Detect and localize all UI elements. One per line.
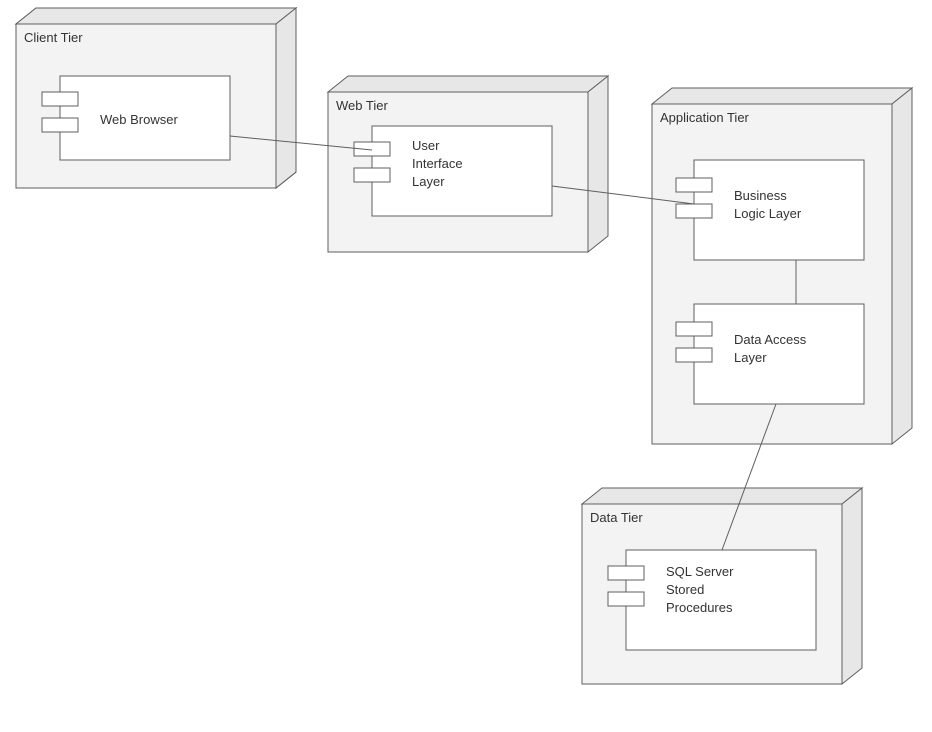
client-tier-node: Client Tier Web Browser — [16, 8, 296, 188]
ui-layer-label-0: User — [412, 138, 440, 153]
data-access-component: Data Access Layer — [676, 304, 864, 404]
application-tier-node: Application Tier Business Logic Layer Da… — [652, 88, 912, 444]
ui-layer-component: User Interface Layer — [354, 126, 552, 216]
client-tier-label: Client Tier — [24, 30, 83, 45]
sql-server-label-2: Procedures — [666, 600, 733, 615]
sql-server-label-1: Stored — [666, 582, 704, 597]
data-access-label-0: Data Access — [734, 332, 807, 347]
web-browser-label: Web Browser — [100, 112, 178, 127]
web-tier-node: Web Tier User Interface Layer — [328, 76, 608, 252]
data-access-label-1: Layer — [734, 350, 767, 365]
business-logic-component: Business Logic Layer — [676, 160, 864, 260]
deployment-diagram: Client Tier Web Browser Web Tier User In… — [0, 0, 932, 732]
ui-layer-label-1: Interface — [412, 156, 463, 171]
data-tier-label: Data Tier — [590, 510, 643, 525]
web-tier-label: Web Tier — [336, 98, 388, 113]
sql-server-component: SQL Server Stored Procedures — [608, 550, 816, 650]
sql-server-label-0: SQL Server — [666, 564, 734, 579]
business-logic-label-0: Business — [734, 188, 787, 203]
ui-layer-label-2: Layer — [412, 174, 445, 189]
data-tier-node: Data Tier SQL Server Stored Procedures — [582, 488, 862, 684]
business-logic-label-1: Logic Layer — [734, 206, 802, 221]
application-tier-label: Application Tier — [660, 110, 750, 125]
web-browser-component: Web Browser — [42, 76, 230, 160]
